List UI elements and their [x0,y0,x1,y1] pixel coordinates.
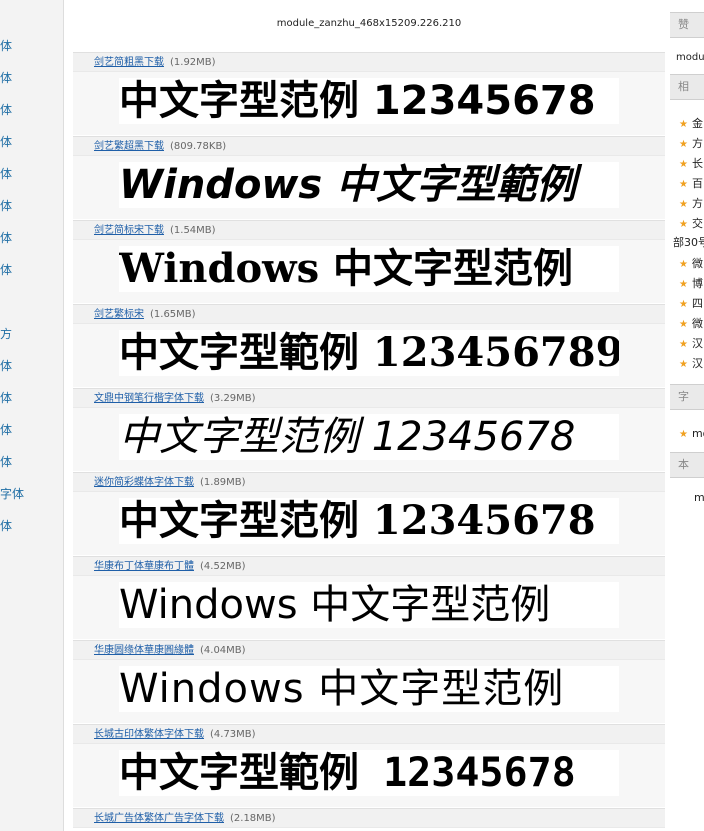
file-size: (1.89MB) [200,477,246,488]
sidebar-item[interactable]: 体 [0,134,12,150]
file-size: (3.29MB) [210,393,256,404]
font-entry: 华康布丁体華康布丁體 (4.52MB) Windows 中文字型范例 [73,556,665,639]
font-preview-sample: Windows 中文字型范例 [119,666,619,712]
sidebar-item[interactable]: 体 [0,166,12,182]
font-entry: 华康圆缘体華康圓緣體 (4.04MB) Windows 中文字型范例 [73,640,665,723]
sidebar-item[interactable]: 体 [0,422,12,438]
related-list-item[interactable]: ★ 汉 [679,357,703,372]
right-sidebar: 赞 modu 相 ★ 金 ★ 方 ★ 长 ★ 百 ★ 方 ★ 交 部30号 ★ 微 ★ 博 ★ 四… [667,0,704,831]
section-text: mo [694,491,704,504]
font-download-link[interactable]: 华康圆缘体華康圓緣體 [94,645,194,656]
related-list-item[interactable]: ★ 金 [679,117,703,132]
font-download-link[interactable]: 剑艺繁标宋 [94,309,144,320]
section-heading: 相 [670,74,704,100]
font-download-link[interactable]: 迷你简彩蝶体字体下载 [94,477,194,488]
related-list-item[interactable]: ★ 交 [679,217,703,232]
font-preview-sample: 中文字型范例 12345678 [119,78,619,124]
sidebar-item[interactable]: 体 [0,262,12,278]
font-download-link[interactable]: 剑艺简标宋下载 [94,225,164,236]
font-download-link[interactable]: 剑艺简粗黑下载 [94,57,164,68]
related-list-item[interactable]: ★ 微 [679,317,703,332]
font-download-link[interactable]: 华康布丁体華康布丁體 [94,561,194,572]
sidebar-item[interactable]: 体 [0,70,12,86]
related-list-item[interactable]: ★ 微 [679,257,703,272]
file-size: (4.52MB) [200,561,246,572]
star-icon: ★ [679,279,688,290]
ad-banner: module_zanzhu_468x15209.226.210 [276,18,462,29]
font-preview-sample: 中文字型範例 123456789 [119,330,619,376]
related-list-item[interactable]: ★ 四 [679,297,703,312]
sidebar-item[interactable]: 体 [0,518,12,534]
star-icon: ★ [679,119,688,130]
file-size: (1.65MB) [150,309,196,320]
font-preview-sample: 中文字型范例 12345678 [119,414,619,460]
font-download-link[interactable]: 文鼎中钢笔行楷字体下载 [94,393,204,404]
star-icon: ★ [679,139,688,150]
font-preview-sample: 中文字型範例 12345678 [119,750,619,796]
related-list-item[interactable]: ★ 方 [679,137,703,152]
font-preview-sample: Windows 中文字型範例 [119,162,619,208]
file-size: (1.92MB) [170,57,216,68]
star-icon: ★ [679,299,688,310]
sidebar-item[interactable]: 体 [0,390,12,406]
font-download-link[interactable]: 剑艺繁超黑下载 [94,141,164,152]
sidebar-item[interactable]: 体 [0,230,12,246]
related-list-item[interactable]: ★ 方 [679,197,703,212]
font-download-link[interactable]: 长城古印体繁体字体下载 [94,729,204,740]
font-entry: 剑艺繁超黑下载 (809.78KB) Windows 中文字型範例 [73,136,665,219]
star-icon: ★ [679,339,688,350]
section-heading: 赞 [670,12,704,38]
font-entry: 迷你简彩蝶体字体下载 (1.89MB) 中文字型范例 12345678 [73,472,665,555]
font-preview-sample: Windows 中文字型范例 [119,246,619,292]
file-size: (4.73MB) [210,729,256,740]
left-sidebar: 体 体 体 体 体 体 体 体 方 体 体 体 体 字体 体 [0,0,64,831]
ad-text: modu [676,52,704,63]
related-list-item[interactable]: ★ 汉 [679,337,703,352]
related-list-item[interactable]: ★ 百 [679,177,703,192]
font-entry: 长城古印体繁体字体下载 (4.73MB) 中文字型範例 12345678 [73,724,665,807]
file-size: (809.78KB) [170,141,227,152]
section-heading: 本 [670,452,704,478]
sidebar-item[interactable]: 体 [0,38,12,54]
star-icon: ★ [679,199,688,210]
font-list: module_zanzhu_468x15209.226.210 剑艺简粗黑下载 (… [73,0,665,831]
star-icon: ★ [679,319,688,330]
sidebar-item[interactable]: 体 [0,454,12,470]
related-list-item[interactable]: ★ 博 [679,277,703,292]
font-preview-sample: 中文字型范例 12345678 [119,498,619,544]
file-size: (4.04MB) [200,645,246,656]
font-entry: 长城广告体繁体广告字体下载 (2.18MB) [73,808,665,828]
font-entry: 剑艺简粗黑下载 (1.92MB) 中文字型范例 12345678 [73,52,665,135]
file-size: (2.18MB) [230,813,276,824]
related-list-item[interactable]: ★mo [679,427,704,442]
font-entry: 剑艺繁标宋 (1.65MB) 中文字型範例 123456789 [73,304,665,387]
star-icon: ★ [679,429,688,440]
file-size: (1.54MB) [170,225,216,236]
related-list-text: 部30号 [673,236,704,249]
font-entry: 剑艺简标宋下载 (1.54MB) Windows 中文字型范例 [73,220,665,303]
star-icon: ★ [679,219,688,230]
sidebar-item[interactable]: 方 [0,326,12,342]
font-download-link[interactable]: 长城广告体繁体广告字体下载 [94,813,224,824]
sidebar-item[interactable]: 字体 [0,486,24,502]
sidebar-item[interactable]: 体 [0,198,12,214]
related-list-item[interactable]: ★ 长 [679,157,703,172]
font-entry: 文鼎中钢笔行楷字体下载 (3.29MB) 中文字型范例 12345678 [73,388,665,471]
sidebar-item[interactable]: 体 [0,102,12,118]
star-icon: ★ [679,259,688,270]
star-icon: ★ [679,359,688,370]
section-heading: 字 [670,384,704,410]
star-icon: ★ [679,179,688,190]
font-preview-sample: Windows 中文字型范例 [119,582,619,628]
sidebar-item[interactable]: 体 [0,358,12,374]
star-icon: ★ [679,159,688,170]
